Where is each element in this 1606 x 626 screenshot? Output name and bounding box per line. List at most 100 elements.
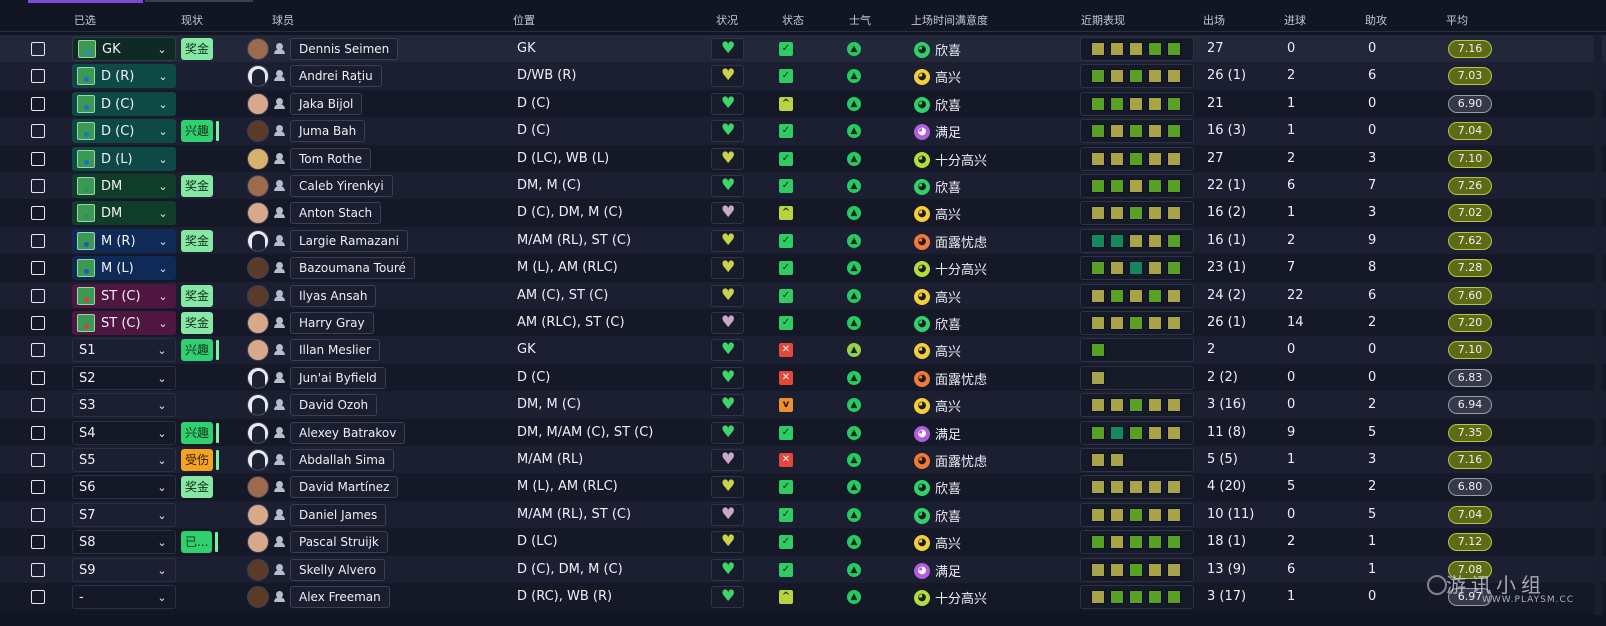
recent-form-strip[interactable] [1080, 530, 1194, 554]
row-select-checkbox[interactable] [31, 426, 45, 440]
row-select-checkbox[interactable] [31, 261, 45, 275]
condition-heart-icon[interactable] [711, 531, 744, 553]
condition-heart-icon[interactable] [711, 339, 744, 361]
row-select-checkbox[interactable] [31, 535, 45, 549]
status-badge[interactable]: 兴趣 [181, 339, 220, 361]
condition-heart-icon[interactable] [711, 449, 744, 471]
recent-form-strip[interactable] [1080, 338, 1194, 362]
chevron-down-icon[interactable]: ⌄ [156, 153, 170, 166]
col-position[interactable]: 位置 [513, 12, 535, 28]
recent-form-strip[interactable] [1080, 147, 1194, 171]
condition-heart-icon[interactable] [711, 175, 744, 197]
col-fitness[interactable]: 状态 [782, 12, 804, 28]
player-name-button[interactable]: Anton Stach [290, 202, 382, 224]
table-row[interactable]: D (R) ⌄ Andrei Rațiu D/WB (R) ✓ ▲ ◕ 高兴 26 (1) 2 6 7… [0, 62, 1606, 90]
col-assists[interactable]: 助攻 [1365, 12, 1387, 28]
recent-form-strip[interactable] [1080, 366, 1194, 390]
position-select[interactable]: M (L) ⌄ [72, 256, 176, 280]
recent-form-strip[interactable] [1080, 503, 1194, 527]
condition-heart-icon[interactable] [711, 394, 744, 416]
player-name-button[interactable]: Skelly Alvero [290, 559, 386, 581]
player-name-button[interactable]: Alexey Batrakov [290, 422, 406, 444]
condition-heart-icon[interactable] [711, 120, 744, 142]
recent-form-strip[interactable] [1080, 64, 1194, 88]
table-row[interactable]: M (R) ⌄ 奖金 Largie Ramazani M/AM (RL), ST (C)… [0, 227, 1606, 255]
chevron-down-icon[interactable]: ⌄ [156, 180, 170, 193]
recent-form-strip[interactable] [1080, 229, 1194, 253]
tab-inactive-indicator[interactable] [145, 0, 253, 2]
player-name-button[interactable]: Dennis Seimen [290, 38, 399, 60]
chevron-down-icon[interactable]: ⌄ [156, 98, 170, 111]
status-badge[interactable]: 奖金 [181, 175, 214, 197]
table-row[interactable]: S4 ⌄ 兴趣 Alexey Batrakov DM, M/AM (C), ST (C)… [0, 419, 1606, 447]
position-select[interactable]: ST (C) ⌄ [72, 311, 176, 335]
recent-form-strip[interactable] [1080, 284, 1194, 308]
table-row[interactable]: ST (C) ⌄ 奖金 Harry Gray AM (RLC), ST (C) ✓ ▲ ◕ 欣喜… [0, 309, 1606, 337]
chevron-down-icon[interactable]: ⌄ [155, 399, 169, 412]
chevron-down-icon[interactable]: ⌄ [155, 43, 169, 56]
col-selected[interactable]: 已选 [74, 12, 96, 28]
player-name-button[interactable]: Illan Meslier [290, 339, 380, 361]
row-select-checkbox[interactable] [31, 179, 45, 193]
table-row[interactable]: D (L) ⌄ Tom Rothe D (LC), WB (L) ✓ ▲ ◕ 十分高兴 27 2 3… [0, 145, 1606, 173]
position-select[interactable]: D (C) ⌄ [72, 92, 176, 116]
recent-form-strip[interactable] [1080, 92, 1194, 116]
row-select-checkbox[interactable] [31, 97, 45, 111]
chevron-down-icon[interactable]: ⌄ [155, 372, 169, 385]
player-name-button[interactable]: Juma Bah [290, 120, 366, 142]
player-name-button[interactable]: Daniel James [290, 504, 387, 526]
row-select-checkbox[interactable] [31, 316, 45, 330]
position-select[interactable]: GK ⌄ [72, 37, 176, 61]
row-select-checkbox[interactable] [31, 206, 45, 220]
player-name-button[interactable]: Pascal Struijk [290, 531, 388, 553]
status-badge[interactable]: 奖金 [181, 285, 214, 307]
row-select-checkbox[interactable] [31, 42, 45, 56]
position-select[interactable]: S1 ⌄ [72, 338, 176, 362]
status-badge[interactable]: 兴趣 [181, 120, 220, 142]
status-badge[interactable]: 奖金 [181, 312, 214, 334]
row-select-checkbox[interactable] [31, 69, 45, 83]
row-select-checkbox[interactable] [31, 343, 45, 357]
condition-heart-icon[interactable] [711, 422, 744, 444]
player-name-button[interactable]: Tom Rothe [290, 148, 371, 170]
col-player[interactable]: 球员 [272, 12, 294, 28]
chevron-down-icon[interactable]: ⌄ [156, 207, 170, 220]
table-row[interactable]: ST (C) ⌄ 奖金 Ilyas Ansah AM (C), ST (C) ✓ ▲ ◕ 高兴 2… [0, 282, 1606, 310]
row-select-checkbox[interactable] [31, 234, 45, 248]
table-row[interactable]: S1 ⌄ 兴趣 Illan Meslier GK ✕ ▲ ◕ 高兴 2 0 0 7.10 [0, 336, 1606, 364]
player-name-button[interactable]: Andrei Rațiu [290, 65, 382, 87]
recent-form-strip[interactable] [1080, 119, 1194, 143]
chevron-down-icon[interactable]: ⌄ [156, 125, 170, 138]
condition-heart-icon[interactable] [711, 148, 744, 170]
col-apps[interactable]: 出场 [1203, 12, 1225, 28]
position-select[interactable]: S7 ⌄ [72, 503, 176, 527]
col-average[interactable]: 平均 [1446, 12, 1468, 28]
position-select[interactable]: - ⌄ [72, 585, 176, 609]
recent-form-strip[interactable] [1080, 311, 1194, 335]
row-select-checkbox[interactable] [31, 289, 45, 303]
chevron-down-icon[interactable]: ⌄ [155, 564, 169, 577]
position-select[interactable]: S8 ⌄ [72, 530, 176, 554]
condition-heart-icon[interactable] [711, 93, 744, 115]
position-select[interactable]: ST (C) ⌄ [72, 284, 176, 308]
status-badge[interactable]: 奖金 [181, 38, 214, 60]
recent-form-strip[interactable] [1080, 475, 1194, 499]
table-row[interactable]: S8 ⌄ 已... Pascal Struijk D (LC) ✓ ▲ ◕ 高兴 18 (1) 2 1… [0, 528, 1606, 556]
position-select[interactable]: D (L) ⌄ [72, 147, 176, 171]
player-name-button[interactable]: Jun'ai Byfield [290, 367, 386, 389]
row-select-checkbox[interactable] [31, 398, 45, 412]
status-badge[interactable]: 奖金 [181, 476, 214, 498]
table-row[interactable]: DM ⌄ 奖金 Caleb Yirenkyi DM, M (C) ✓ ▲ ◕ 欣喜 22 (1) 6… [0, 172, 1606, 200]
chevron-down-icon[interactable]: ⌄ [156, 70, 170, 83]
table-row[interactable]: D (C) ⌄ Jaka Bijol D (C) ^ ▲ ◕ 欣喜 21 1 0 6.90 [0, 90, 1606, 118]
status-badge[interactable]: 兴趣 [181, 422, 220, 444]
position-select[interactable]: S6 ⌄ [72, 475, 176, 499]
player-name-button[interactable]: Caleb Yirenkyi [290, 175, 393, 197]
chevron-down-icon[interactable]: ⌄ [156, 317, 170, 330]
condition-heart-icon[interactable] [711, 367, 744, 389]
condition-heart-icon[interactable] [711, 285, 744, 307]
table-row[interactable]: M (L) ⌄ Bazoumana Touré M (L), AM (RLC) ✓ ▲ ◕ 十… [0, 254, 1606, 282]
col-recent-form[interactable]: 近期表现 [1081, 12, 1125, 28]
chevron-down-icon[interactable]: ⌄ [155, 591, 169, 604]
row-select-checkbox[interactable] [31, 480, 45, 494]
